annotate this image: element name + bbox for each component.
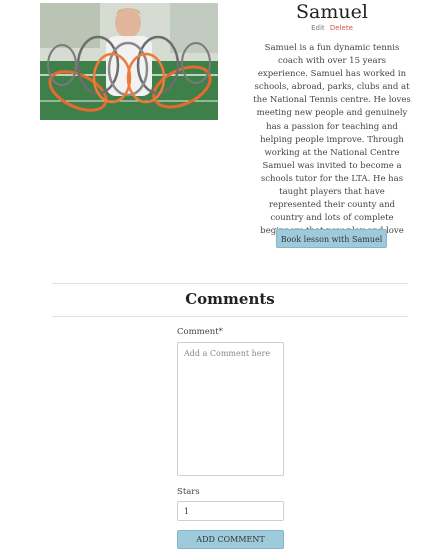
tennis-rackets-image bbox=[40, 3, 218, 120]
book-lesson-button[interactable]: Book lesson with Samuel bbox=[276, 229, 387, 248]
admin-links: Edit Delete bbox=[262, 24, 402, 32]
coach-detail-page: Samuel Edit Delete Samuel is a fun dynam… bbox=[0, 0, 439, 556]
divider-bottom bbox=[52, 316, 408, 317]
comment-label: Comment* bbox=[177, 327, 223, 337]
delete-link[interactable]: Delete bbox=[330, 24, 353, 32]
coach-photo bbox=[40, 3, 218, 120]
coach-name: Samuel bbox=[296, 1, 368, 23]
stars-label: Stars bbox=[177, 487, 200, 497]
divider-top bbox=[52, 283, 408, 284]
comment-textarea[interactable] bbox=[177, 342, 284, 476]
stars-input[interactable] bbox=[177, 501, 284, 521]
coach-bio: Samuel is a fun dynamic tennis coach wit… bbox=[253, 43, 411, 249]
comments-heading: Comments bbox=[185, 290, 275, 308]
edit-link[interactable]: Edit bbox=[311, 24, 325, 32]
add-comment-button[interactable]: ADD COMMENT bbox=[177, 530, 284, 549]
